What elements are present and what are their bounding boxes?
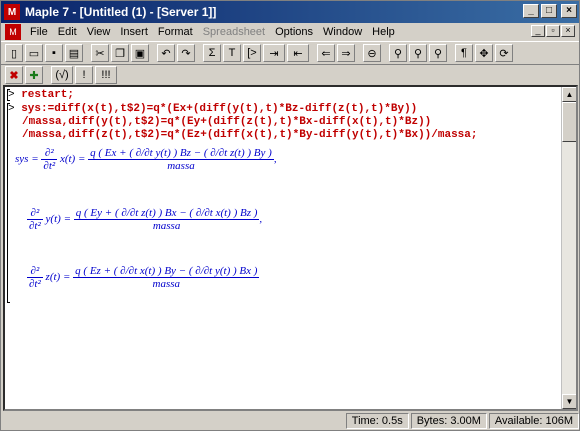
- scroll-up-icon[interactable]: ▲: [562, 87, 576, 102]
- main-toolbar: ▯ ▭ ▪ ▤ ✂ ❐ ▣ ↶ ↷ Σ T [> ⇥ ⇤ ⇐ ⇒ ⊖ ⚲ ⚲ ⚲…: [1, 41, 579, 65]
- indent-icon[interactable]: ⇥: [263, 44, 285, 62]
- outdent-icon[interactable]: ⇤: [287, 44, 309, 62]
- open-icon[interactable]: ▭: [25, 44, 43, 62]
- menu-edit[interactable]: Edit: [53, 26, 82, 38]
- status-time: Time: 0.5s: [345, 413, 409, 429]
- prompt-icon[interactable]: [>: [243, 44, 261, 62]
- scroll-down-icon[interactable]: ▼: [562, 394, 576, 409]
- sum-icon[interactable]: Σ: [203, 44, 221, 62]
- menu-file[interactable]: File: [25, 26, 53, 38]
- undo-icon[interactable]: ↶: [157, 44, 175, 62]
- expand-icon[interactable]: ✥: [475, 44, 493, 62]
- input-line-1[interactable]: > restart;: [8, 89, 74, 101]
- context-toolbar: ✖ ✚ (√) ! !!!: [1, 63, 579, 87]
- zoom-small-icon[interactable]: ⚲: [389, 44, 407, 62]
- menu-format[interactable]: Format: [153, 26, 198, 38]
- output-eq2: ∂² ∂t² y(t) = q ( Ey + ( ∂/∂t z(t) ) Bx −…: [27, 207, 263, 232]
- zoom-normal-icon[interactable]: ⚲: [409, 44, 427, 62]
- check-icon[interactable]: (√): [51, 66, 73, 84]
- doc-minimize-button[interactable]: _: [531, 25, 545, 37]
- maximize-button[interactable]: □: [541, 4, 557, 18]
- status-available: Available: 106M: [488, 413, 579, 429]
- window-controls: _ □ ×: [523, 4, 577, 18]
- document-icon[interactable]: M: [5, 24, 21, 40]
- close-button[interactable]: ×: [561, 4, 577, 18]
- menu-spreadsheet[interactable]: Spreadsheet: [198, 26, 270, 38]
- menu-options[interactable]: Options: [270, 26, 318, 38]
- cut-icon[interactable]: ✂: [91, 44, 109, 62]
- copy-icon[interactable]: ❐: [111, 44, 129, 62]
- menu-window[interactable]: Window: [318, 26, 367, 38]
- print-icon[interactable]: ▤: [65, 44, 83, 62]
- status-bar: Time: 0.5s Bytes: 3.00M Available: 106M: [1, 412, 579, 430]
- menu-view[interactable]: View: [82, 26, 116, 38]
- vertical-scrollbar[interactable]: ▲ ▼: [561, 87, 576, 409]
- back-icon[interactable]: ⇐: [317, 44, 335, 62]
- stop-execution-icon[interactable]: ✖: [5, 66, 23, 84]
- restart-icon[interactable]: ⟳: [495, 44, 513, 62]
- input-line-4[interactable]: /massa,diff(z(t),t$2)=q*(Ez+(diff(x(t),t…: [22, 129, 477, 141]
- doc-close-button[interactable]: ×: [561, 25, 575, 37]
- interrupt-icon[interactable]: ✚: [25, 66, 43, 84]
- maple-window: M Maple 7 - [Untitled (1) - [Server 1]] …: [0, 0, 580, 431]
- stop-icon[interactable]: ⊖: [363, 44, 381, 62]
- forward-icon[interactable]: ⇒: [337, 44, 355, 62]
- menu-bar: M File Edit View Insert Format Spreadshe…: [1, 23, 579, 41]
- new-doc-icon[interactable]: ▯: [5, 44, 23, 62]
- group-bracket[interactable]: [7, 103, 10, 303]
- text-icon[interactable]: T: [223, 44, 241, 62]
- title-bar[interactable]: M Maple 7 - [Untitled (1) - [Server 1]] …: [1, 1, 579, 23]
- save-icon[interactable]: ▪: [45, 44, 63, 62]
- status-bytes: Bytes: 3.00M: [410, 413, 487, 429]
- input-line-2[interactable]: > sys:=diff(x(t),t$2)=q*(Ex+(diff(y(t),t…: [8, 103, 417, 115]
- execute-icon[interactable]: !: [75, 66, 93, 84]
- menu-insert[interactable]: Insert: [115, 26, 153, 38]
- maple-logo-icon[interactable]: M: [4, 4, 20, 20]
- document-controls: _ ▫ ×: [531, 25, 575, 37]
- paste-icon[interactable]: ▣: [131, 44, 149, 62]
- doc-restore-button[interactable]: ▫: [546, 25, 560, 37]
- menu-help[interactable]: Help: [367, 26, 400, 38]
- scroll-thumb[interactable]: [562, 102, 576, 142]
- output-eq3: ∂² ∂t² z(t) = q ( Ez + ( ∂/∂t x(t) ) By −…: [27, 265, 260, 290]
- redo-icon[interactable]: ↷: [177, 44, 195, 62]
- window-title: Maple 7 - [Untitled (1) - [Server 1]]: [25, 5, 217, 19]
- execute-all-icon[interactable]: !!!: [95, 66, 117, 84]
- output-eq1: sys = ∂² ∂t² x(t) = q ( Ex + ( ∂/∂t y(t) …: [15, 147, 277, 172]
- minimize-button[interactable]: _: [523, 4, 539, 18]
- worksheet[interactable]: > restart; > sys:=diff(x(t),t$2)=q*(Ex+(…: [3, 85, 578, 411]
- input-line-3[interactable]: /massa,diff(y(t),t$2)=q*(Ey+(diff(z(t),t…: [22, 116, 431, 128]
- paragraph-icon[interactable]: ¶: [455, 44, 473, 62]
- zoom-large-icon[interactable]: ⚲: [429, 44, 447, 62]
